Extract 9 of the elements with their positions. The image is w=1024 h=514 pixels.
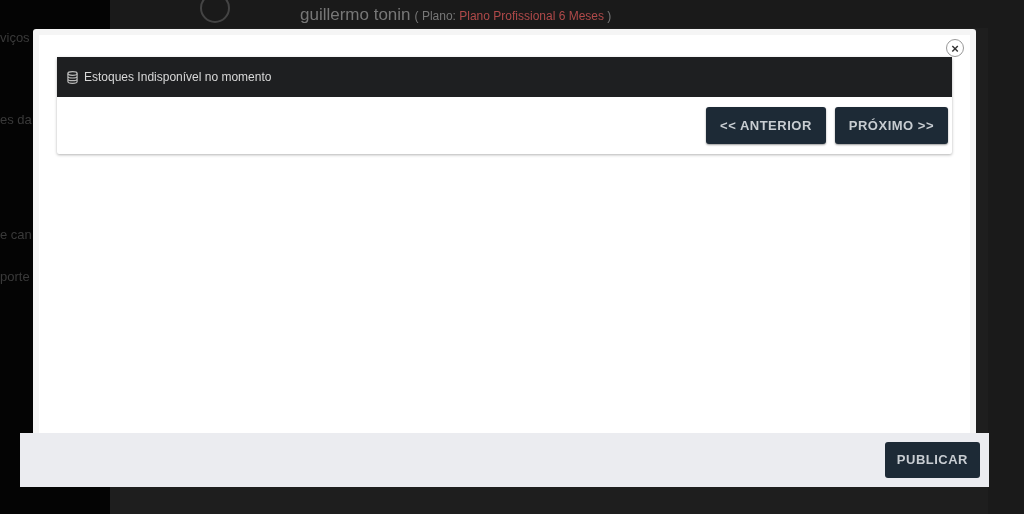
database-icon [67,70,78,84]
previous-button[interactable]: << ANTERIOR [706,107,826,144]
notice-text: Estoques Indisponível no momento [84,69,272,86]
publish-button[interactable]: PUBLICAR [884,442,980,478]
user-name: guillermo tonin [300,4,411,26]
plan-label: ( Plano: Plano Profissional 6 Meses ) [414,8,612,25]
close-button[interactable]: × [946,39,964,57]
avatar-icon [200,0,230,24]
next-button[interactable]: PRÓXIMO >> [834,107,948,144]
